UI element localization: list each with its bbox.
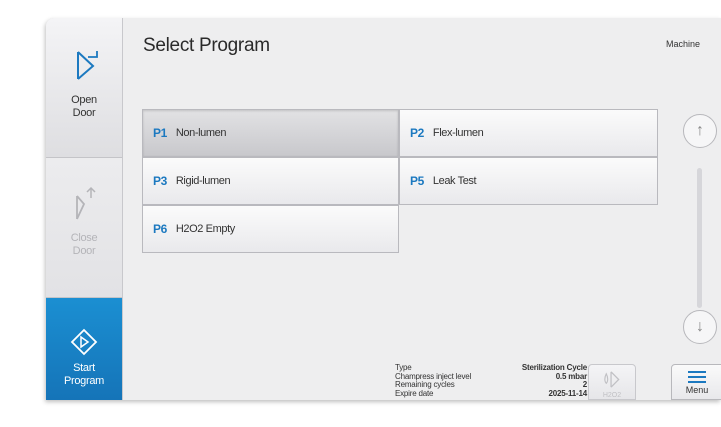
program-p6-button[interactable]: P6 H2O2 Empty xyxy=(142,205,399,253)
close-door-label: Close Door xyxy=(70,232,98,257)
program-p2-button[interactable]: P2 Flex-lumen xyxy=(399,109,658,157)
info-value: 2025-11-14 xyxy=(548,388,588,398)
info-row-expire: Expire date 2025-11-14 xyxy=(395,388,588,399)
h2o2-label: H2O2 xyxy=(602,392,622,399)
program-code: P1 xyxy=(153,126,167,140)
h2o2-icon xyxy=(604,371,620,388)
program-name: Leak Test xyxy=(432,175,477,187)
start-program-label: Start Program xyxy=(63,362,105,387)
cycle-info-panel: Type Sterilization Cycle Champress injec… xyxy=(395,363,588,399)
program-name: H2O2 Empty xyxy=(175,223,235,235)
close-door-button[interactable]: Close Door xyxy=(46,158,122,298)
h2o2-button[interactable]: H2O2 xyxy=(588,364,636,400)
program-name: Rigid-lumen xyxy=(175,175,231,187)
program-p5-button[interactable]: P5 Leak Test xyxy=(399,157,658,205)
scrollbar-track[interactable] xyxy=(697,168,702,308)
device-screen: Open Door Close Door Start Program Selec… xyxy=(46,18,721,400)
scroll-up-button[interactable]: ↑ xyxy=(683,114,717,148)
close-door-icon xyxy=(76,186,96,220)
program-code: P2 xyxy=(410,126,424,140)
sidebar: Open Door Close Door Start Program xyxy=(46,18,123,400)
start-program-button[interactable]: Start Program xyxy=(46,298,122,400)
program-grid: P1 Non-lumen P2 Flex-lumen P3 Rigid-lume… xyxy=(142,109,662,257)
info-label: Expire date xyxy=(395,388,434,398)
program-p3-button[interactable]: P3 Rigid-lumen xyxy=(142,157,399,205)
program-name: Flex-lumen xyxy=(432,127,484,139)
page-title: Select Program xyxy=(143,35,270,56)
open-door-button[interactable]: Open Door xyxy=(46,18,122,158)
open-door-label: Open Door xyxy=(71,94,97,119)
scroll-down-button[interactable]: ↓ xyxy=(683,310,717,344)
menu-label: Menu xyxy=(685,385,709,395)
program-p1-button[interactable]: P1 Non-lumen xyxy=(142,109,399,157)
program-code: P6 xyxy=(153,222,167,236)
arrow-down-icon: ↓ xyxy=(696,318,704,335)
menu-button[interactable]: Menu xyxy=(671,364,721,400)
program-code: P5 xyxy=(410,174,424,188)
program-name: Non-lumen xyxy=(175,127,227,139)
start-diamond-icon xyxy=(70,328,98,356)
arrow-up-icon: ↑ xyxy=(696,122,704,139)
open-door-icon xyxy=(77,51,98,80)
program-code: P3 xyxy=(153,174,167,188)
machine-label: Machine xyxy=(666,39,701,49)
menu-icon xyxy=(688,371,706,383)
